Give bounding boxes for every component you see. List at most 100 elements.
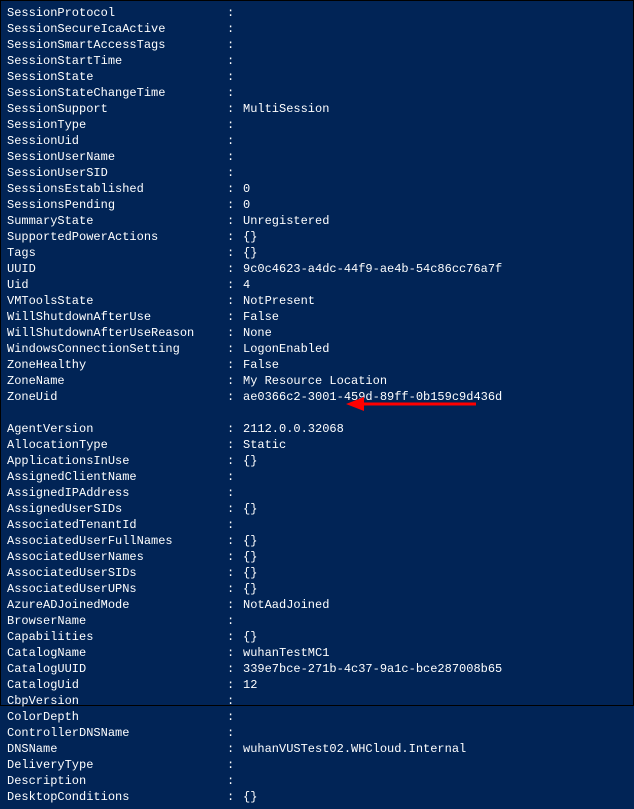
property-value: 9c0c4623-a4dc-44f9-ae4b-54c86cc76a7f: [243, 261, 627, 277]
property-separator: :: [227, 357, 243, 373]
property-row: SessionSecureIcaActive:: [7, 21, 627, 37]
property-value: [243, 165, 627, 181]
property-separator: :: [227, 629, 243, 645]
property-key: AssociatedUserFullNames: [7, 533, 227, 549]
property-row: ZoneName: My Resource Location: [7, 373, 627, 389]
property-value: [243, 517, 627, 533]
property-separator: :: [227, 597, 243, 613]
property-block-2: AgentVersion: 2112.0.0.32068AllocationTy…: [7, 421, 627, 805]
property-value: [243, 773, 627, 789]
property-value: 4: [243, 277, 627, 293]
property-value: [243, 469, 627, 485]
property-key: Uid: [7, 277, 227, 293]
property-separator: :: [227, 293, 243, 309]
property-key: CbpVersion: [7, 693, 227, 709]
property-key: ZoneHealthy: [7, 357, 227, 373]
property-key: SessionSupport: [7, 101, 227, 117]
property-separator: :: [227, 469, 243, 485]
property-separator: :: [227, 37, 243, 53]
property-row: WillShutdownAfterUseReason: None: [7, 325, 627, 341]
property-row: CatalogUUID: 339e7bce-271b-4c37-9a1c-bce…: [7, 661, 627, 677]
property-row: ColorDepth:: [7, 709, 627, 725]
property-key: WindowsConnectionSetting: [7, 341, 227, 357]
property-value: 0: [243, 197, 627, 213]
property-separator: :: [227, 613, 243, 629]
property-value: My Resource Location: [243, 373, 627, 389]
property-key: CatalogUUID: [7, 661, 227, 677]
property-key: SessionUserName: [7, 149, 227, 165]
property-separator: :: [227, 373, 243, 389]
property-value: [243, 5, 627, 21]
property-key: SessionUserSID: [7, 165, 227, 181]
property-row: DeliveryType:: [7, 757, 627, 773]
property-key: AssignedUserSIDs: [7, 501, 227, 517]
property-value: 12: [243, 677, 627, 693]
property-value: [243, 693, 627, 709]
property-key: UUID: [7, 261, 227, 277]
property-row: AgentVersion: 2112.0.0.32068: [7, 421, 627, 437]
property-separator: :: [227, 517, 243, 533]
property-separator: :: [227, 309, 243, 325]
property-key: SessionsPending: [7, 197, 227, 213]
property-separator: :: [227, 149, 243, 165]
property-separator: :: [227, 117, 243, 133]
property-separator: :: [227, 53, 243, 69]
property-key: AssignedClientName: [7, 469, 227, 485]
property-separator: :: [227, 549, 243, 565]
property-value: Static: [243, 437, 627, 453]
property-value: wuhanVUSTest02.WHCloud.Internal: [243, 741, 627, 757]
property-separator: :: [227, 421, 243, 437]
property-key: ControllerDNSName: [7, 725, 227, 741]
property-key: ZoneUid: [7, 389, 227, 405]
property-row: AssociatedUserSIDs: {}: [7, 565, 627, 581]
property-row: SessionState:: [7, 69, 627, 85]
property-value: [243, 133, 627, 149]
property-key: SessionProtocol: [7, 5, 227, 21]
property-row: Tags: {}: [7, 245, 627, 261]
property-separator: :: [227, 229, 243, 245]
property-row: ZoneUid: ae0366c2-3001-459d-89ff-0b159c9…: [7, 389, 627, 405]
property-separator: :: [227, 165, 243, 181]
property-separator: :: [227, 565, 243, 581]
property-value: MultiSession: [243, 101, 627, 117]
property-key: DesktopConditions: [7, 789, 227, 805]
property-row: UUID: 9c0c4623-a4dc-44f9-ae4b-54c86cc76a…: [7, 261, 627, 277]
property-key: AssociatedUserSIDs: [7, 565, 227, 581]
property-separator: :: [227, 245, 243, 261]
property-row: CatalogName: wuhanTestMC1: [7, 645, 627, 661]
property-separator: :: [227, 5, 243, 21]
property-value: {}: [243, 789, 627, 805]
property-row: Description:: [7, 773, 627, 789]
property-key: WillShutdownAfterUse: [7, 309, 227, 325]
property-key: SessionType: [7, 117, 227, 133]
property-row: SessionStartTime:: [7, 53, 627, 69]
property-separator: :: [227, 213, 243, 229]
property-key: ColorDepth: [7, 709, 227, 725]
property-value: 2112.0.0.32068: [243, 421, 627, 437]
property-row: SessionType:: [7, 117, 627, 133]
property-row: AssociatedTenantId:: [7, 517, 627, 533]
property-key: ApplicationsInUse: [7, 453, 227, 469]
property-separator: :: [227, 645, 243, 661]
property-key: AssignedIPAddress: [7, 485, 227, 501]
property-value: ae0366c2-3001-459d-89ff-0b159c9d436d: [243, 389, 627, 405]
property-row: DesktopConditions: {}: [7, 789, 627, 805]
property-value: [243, 725, 627, 741]
property-row: WillShutdownAfterUse: False: [7, 309, 627, 325]
property-key: SessionUid: [7, 133, 227, 149]
property-value: {}: [243, 533, 627, 549]
property-value: {}: [243, 629, 627, 645]
property-key: SummaryState: [7, 213, 227, 229]
property-value: {}: [243, 501, 627, 517]
property-key: AzureADJoinedMode: [7, 597, 227, 613]
property-row: SessionSmartAccessTags:: [7, 37, 627, 53]
property-separator: :: [227, 773, 243, 789]
property-separator: :: [227, 133, 243, 149]
property-separator: :: [227, 693, 243, 709]
property-key: SessionsEstablished: [7, 181, 227, 197]
property-row: SessionSupport: MultiSession: [7, 101, 627, 117]
property-key: CatalogUid: [7, 677, 227, 693]
property-row: AssignedUserSIDs: {}: [7, 501, 627, 517]
property-row: SessionStateChangeTime:: [7, 85, 627, 101]
property-value: 339e7bce-271b-4c37-9a1c-bce287008b65: [243, 661, 627, 677]
